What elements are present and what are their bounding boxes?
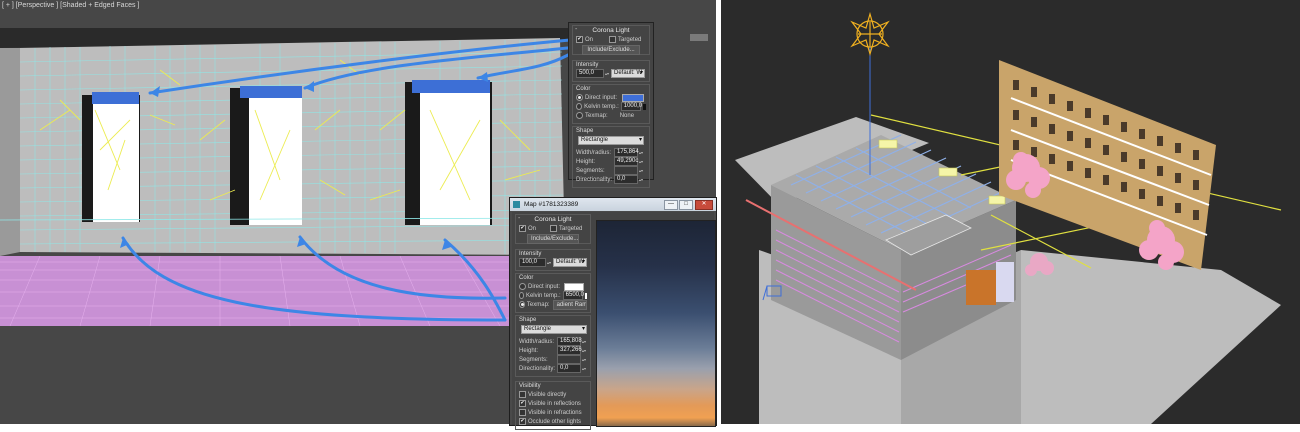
shape-group-label: Shape	[519, 317, 537, 323]
kelvin-radio[interactable]	[576, 103, 583, 110]
texmap-label: Texmap:	[585, 112, 608, 119]
visible-in-reflections-label: Visible in reflections	[528, 400, 581, 407]
spinner-icon[interactable]: ▴▾	[582, 367, 586, 371]
collapse-icon[interactable]: -	[575, 26, 577, 33]
visible-in-refractions-label: Visible in refractions	[528, 409, 582, 416]
shape-dropdown[interactable]: Rectangle	[578, 136, 644, 145]
kelvin-swatch	[642, 103, 646, 110]
app-icon	[513, 201, 520, 208]
directionality-label: Directionality:	[519, 365, 556, 372]
intensity-field[interactable]: 500,0	[576, 69, 604, 78]
spinner-icon: ▴▾	[639, 168, 644, 173]
scene-right	[721, 0, 1300, 424]
directionality-field[interactable]: 0,0	[557, 364, 581, 373]
texmap-button[interactable]: adient Ramp	[552, 299, 587, 310]
direct-input-radio[interactable]	[519, 283, 526, 290]
width-field[interactable]: 175,864	[614, 148, 639, 157]
window-1	[82, 92, 140, 222]
floor	[0, 256, 564, 326]
panel-title: Corona Light	[592, 27, 630, 34]
gradient-ramp-preview	[596, 220, 716, 427]
intensity-unit-dropdown[interactable]: Default: W	[611, 69, 645, 78]
segments-label: Segments:	[576, 167, 605, 174]
spinner-icon[interactable]: ▴▾	[639, 151, 643, 155]
intensity-group-label: Intensity	[576, 62, 599, 68]
spinner-icon[interactable]: ▴▾	[547, 261, 551, 265]
visibility-group-label: Visibility	[519, 383, 541, 389]
intensity-group-label: Intensity	[519, 251, 542, 257]
visible-in-reflections-checkbox[interactable]: ✔	[519, 400, 526, 407]
color-group-label: Color	[519, 275, 534, 281]
minimize-button[interactable]: —	[664, 200, 678, 210]
on-label: On	[585, 36, 594, 43]
width-label: Width/radius:	[519, 338, 555, 345]
viewport-label[interactable]: [ + ] [Perspective ] [Shaded + Edged Fac…	[2, 2, 139, 9]
segments-field	[614, 166, 638, 175]
window-2	[230, 86, 302, 225]
kelvin-field[interactable]: 1000,0	[620, 102, 642, 111]
direct-input-radio[interactable]	[576, 94, 583, 101]
kelvin-radio[interactable]	[519, 292, 524, 299]
kelvin-label: Kelvin temp.:	[584, 103, 619, 110]
visible-in-refractions-checkbox[interactable]	[519, 409, 526, 416]
close-button[interactable]: ✕	[695, 200, 713, 210]
directionality-field[interactable]: 0,0	[614, 175, 638, 184]
spinner-icon[interactable]: ▴▾	[582, 340, 586, 344]
height-label: Height:	[519, 347, 539, 354]
spinner-icon[interactable]: ▴▾	[582, 349, 586, 353]
texmap-button[interactable]: None	[620, 113, 634, 119]
on-label: On	[528, 225, 537, 232]
height-field[interactable]: 49,290c	[614, 157, 638, 166]
map-window: Map #1781323389 — □ ✕ - Corona Light ✔ O…	[509, 197, 717, 430]
height-field[interactable]: 327,266	[557, 346, 582, 355]
glass-panel	[996, 262, 1014, 302]
segments-label: Segments:	[519, 356, 548, 363]
visible-directly-label: Visible directly	[528, 391, 567, 398]
spinner-icon: ▴▾	[582, 357, 587, 362]
spinner-icon[interactable]: ▴▾	[639, 160, 643, 164]
viewport-scene-overview[interactable]	[721, 0, 1300, 424]
collapse-icon[interactable]: -	[518, 215, 520, 222]
spinner-icon[interactable]: ▴▾	[639, 178, 643, 182]
direct-input-label: Direct input:	[585, 94, 618, 101]
width-label: Width/radius:	[576, 149, 612, 156]
map-window-body: - Corona Light ✔ On Targeted Include/Exc…	[512, 212, 716, 430]
visible-directly-checkbox[interactable]	[519, 391, 526, 398]
shape-dropdown[interactable]: Rectangle	[521, 325, 587, 334]
map-window-title: Map #1781323389	[524, 201, 579, 208]
texmap-radio[interactable]	[519, 301, 525, 308]
targeted-checkbox[interactable]	[609, 36, 617, 43]
directionality-label: Directionality:	[576, 176, 613, 183]
height-label: Height:	[576, 158, 596, 165]
maximize-button[interactable]: □	[679, 200, 693, 210]
segments-field	[557, 355, 581, 364]
intensity-unit-dropdown[interactable]: Default: W	[553, 258, 587, 267]
on-checkbox[interactable]: ✔	[576, 36, 583, 43]
intensity-field[interactable]: 100,0	[519, 258, 546, 267]
panel-title: Corona Light	[534, 216, 572, 223]
direct-color-swatch[interactable]	[622, 93, 645, 102]
include-exclude-button[interactable]: Include/Exclude...	[582, 45, 640, 55]
spinner-icon[interactable]: ▴▾	[605, 72, 609, 76]
shape-group-label: Shape	[576, 128, 594, 134]
on-checkbox[interactable]: ✔	[519, 225, 526, 232]
targeted-label: Targeted	[559, 225, 583, 232]
direct-input-label: Direct input:	[528, 283, 561, 290]
kelvin-label: Kelvin temp.:	[525, 292, 561, 299]
corona-light-panel: - Corona Light ✔ On Targeted Include/Exc…	[568, 22, 654, 188]
direct-color-swatch[interactable]	[564, 282, 585, 291]
include-exclude-button[interactable]: Include/Exclude...	[527, 234, 579, 244]
texmap-label: Texmap:	[526, 301, 550, 308]
width-field[interactable]: 165,808	[557, 337, 582, 346]
targeted-label: Targeted	[618, 36, 642, 43]
interior-wall	[966, 270, 996, 305]
kelvin-swatch	[584, 292, 587, 299]
targeted-checkbox[interactable]	[550, 225, 558, 232]
texmap-radio[interactable]	[576, 112, 583, 119]
color-group-label: Color	[576, 86, 591, 92]
map-window-titlebar[interactable]: Map #1781323389 — □ ✕	[510, 198, 716, 211]
